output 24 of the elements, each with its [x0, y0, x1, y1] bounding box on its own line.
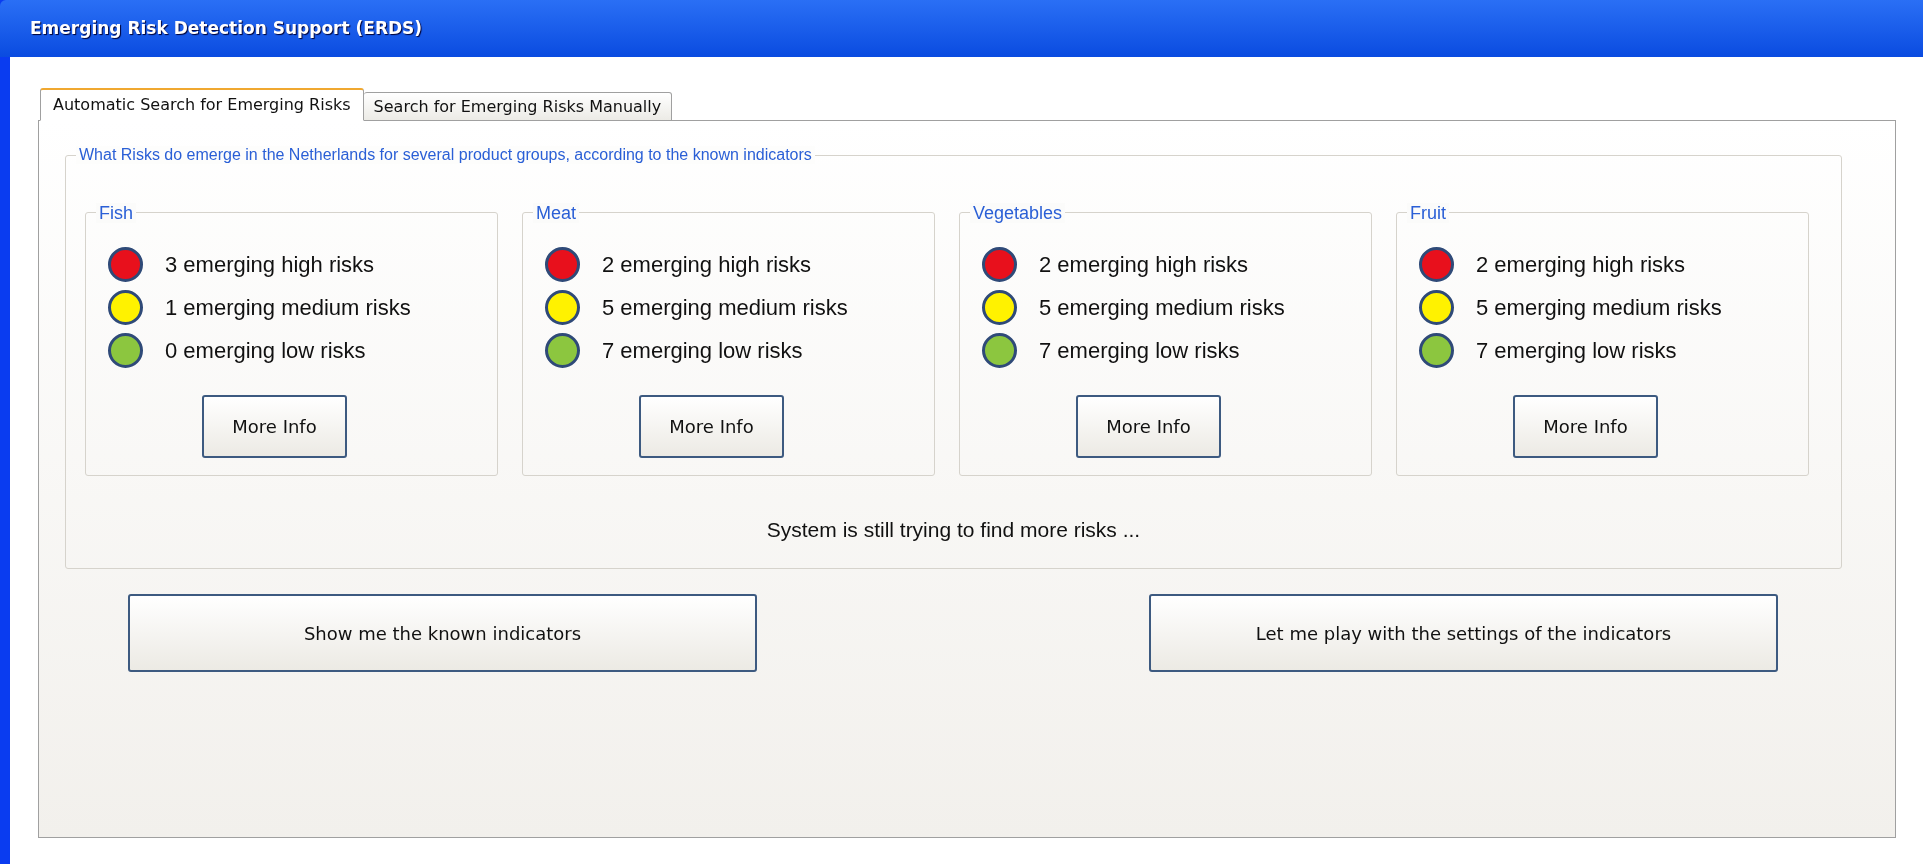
more-info-button[interactable]: More Info: [1513, 395, 1658, 458]
window-title: Emerging Risk Detection Support (ERDS): [30, 16, 423, 40]
risk-count: 7 emerging low risks: [1476, 337, 1677, 365]
risk-count: 2 emerging high risks: [1476, 251, 1686, 279]
more-info-button[interactable]: More Info: [639, 395, 784, 458]
group-legend: What Risks do emerge in the Netherlands for several product groups, according to the known indicators: [76, 146, 815, 164]
risk-count: 5 emerging medium risks: [1476, 294, 1722, 322]
action-button[interactable]: Show me the known indicators: [128, 594, 757, 672]
tab[interactable]: Automatic Search for Emerging Risks: [40, 88, 364, 121]
status-text: System is still trying to find more risks ...: [766, 517, 1141, 543]
tab[interactable]: Search for Emerging Risks Manually: [363, 92, 673, 121]
risk-count: 0 emerging low risks: [165, 337, 366, 365]
more-info-button[interactable]: More Info: [1076, 395, 1221, 458]
more-info-button[interactable]: More Info: [202, 395, 347, 458]
action-button[interactable]: Let me play with the settings of the indicators: [1149, 594, 1778, 672]
risk-count: 1 emerging medium risks: [165, 294, 411, 322]
risk-count: 5 emerging medium risks: [1039, 294, 1285, 322]
risk-count: 7 emerging low risks: [1039, 337, 1240, 365]
risk-count: 5 emerging medium risks: [602, 294, 848, 322]
risk-count: 2 emerging high risks: [602, 251, 812, 279]
risk-count: 7 emerging low risks: [602, 337, 803, 365]
risk-count: 3 emerging high risks: [165, 251, 375, 279]
risk-count: 2 emerging high risks: [1039, 251, 1249, 279]
group-legend: Vegetables: [970, 203, 1066, 223]
